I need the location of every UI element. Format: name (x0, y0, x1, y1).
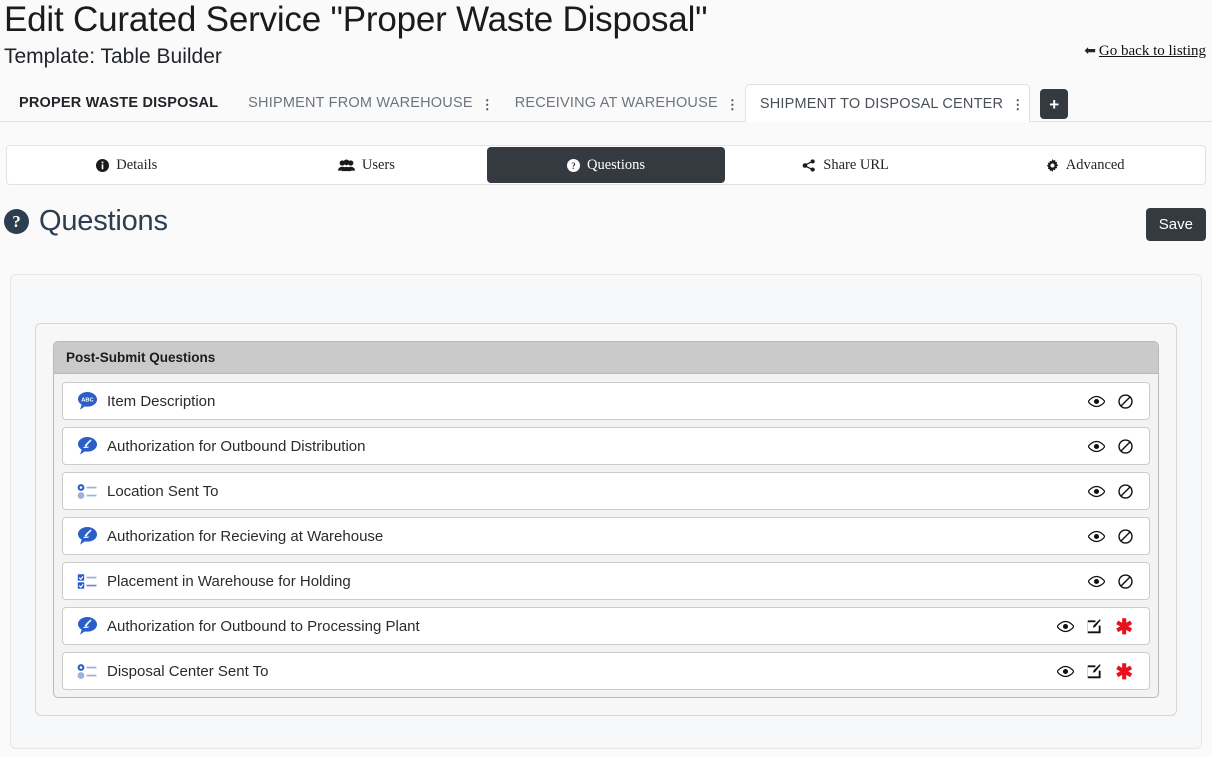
add-tab-button[interactable]: + (1040, 89, 1069, 119)
info-circle-icon (96, 158, 110, 172)
tab-label: SHIPMENT TO DISPOSAL CENTER (759, 95, 1004, 112)
question-label: Disposal Center Sent To (107, 662, 269, 680)
questions-heading: ? Questions (4, 205, 168, 238)
post-submit-panel: Post-Submit Questions ABC Item Descripti… (53, 341, 1159, 698)
row-actions (1088, 438, 1133, 454)
template-subtitle: Template: Table Builder (4, 44, 222, 68)
table-row[interactable]: Authorization for Outbound Distribution (62, 427, 1150, 465)
eye-icon[interactable] (1057, 620, 1075, 633)
text-question-icon: ABC (77, 390, 101, 412)
table-row[interactable]: Disposal Center Sent To ✱ (62, 652, 1150, 690)
section-navbar: Details Users ? Questions Share URL Adva… (6, 145, 1206, 185)
nav-item-details[interactable]: Details (8, 147, 246, 183)
table-row[interactable]: Authorization for Outbound to Processing… (62, 607, 1150, 645)
questions-outer-card: Post-Submit Questions ABC Item Descripti… (10, 274, 1202, 749)
eye-icon[interactable] (1088, 575, 1105, 588)
nav-item-label: Share URL (823, 156, 889, 173)
question-label: Placement in Warehouse for Holding (107, 572, 351, 590)
svg-text:ABC: ABC (81, 397, 93, 403)
required-asterisk-icon: ✱ (1115, 660, 1133, 684)
row-actions (1088, 483, 1133, 499)
share-icon (802, 158, 816, 172)
tab-label: SHIPMENT FROM WAREHOUSE (248, 95, 473, 111)
ban-icon[interactable] (1118, 438, 1133, 454)
kebab-menu-icon[interactable]: ⋮ (1011, 98, 1024, 111)
gear-icon (1046, 158, 1059, 172)
nav-item-advanced[interactable]: Advanced (966, 147, 1204, 183)
question-circle-icon: ? (4, 209, 29, 234)
signature-question-icon (77, 525, 101, 547)
table-row[interactable]: ABC Item Description (62, 382, 1150, 420)
question-label: Item Description (107, 392, 216, 410)
eye-icon[interactable] (1088, 530, 1105, 543)
question-label: Authorization for Recieving at Warehouse (107, 527, 384, 545)
eye-icon[interactable] (1057, 665, 1075, 678)
arrow-left-icon: ⬅ (1084, 42, 1096, 58)
questions-mid-card: Post-Submit Questions ABC Item Descripti… (35, 323, 1177, 716)
nav-item-label: Advanced (1065, 156, 1125, 173)
tab-label: PROPER WASTE DISPOSAL (19, 95, 219, 111)
go-back-label[interactable]: Go back to listing (1099, 43, 1206, 59)
row-actions (1088, 573, 1133, 589)
page-title: Edit Curated Service "Proper Waste Dispo… (4, 0, 708, 39)
nav-item-label: Details (116, 156, 158, 173)
radio-list-icon (77, 480, 101, 502)
question-label: Authorization for Outbound Distribution (107, 437, 366, 455)
signature-question-icon (77, 435, 101, 457)
plus-icon: + (1049, 94, 1060, 114)
nav-item-users[interactable]: Users (248, 147, 486, 183)
signature-question-icon (77, 615, 101, 637)
edit-icon[interactable] (1087, 618, 1102, 634)
tab-shipment-from-warehouse[interactable]: SHIPMENT FROM WAREHOUSE ⋮ (233, 84, 500, 121)
tab-shipment-to-disposal-center[interactable]: SHIPMENT TO DISPOSAL CENTER ⋮ (744, 84, 1031, 122)
table-row[interactable]: Placement in Warehouse for Holding (62, 562, 1150, 600)
nav-item-label: Questions (586, 156, 645, 173)
panel-header-title: Post-Submit Questions (54, 342, 1158, 374)
ban-icon[interactable] (1118, 483, 1133, 499)
kebab-menu-icon[interactable]: ⋮ (481, 98, 494, 111)
checkbox-list-icon (77, 570, 101, 592)
users-icon (337, 158, 355, 172)
tab-receiving-at-warehouse[interactable]: RECEIVING AT WAREHOUSE ⋮ (500, 84, 745, 121)
nav-item-questions[interactable]: ? Questions (487, 147, 725, 183)
eye-icon[interactable] (1088, 440, 1105, 453)
go-back-to-listing[interactable]: ⬅ Go back to listing (1084, 42, 1206, 60)
ban-icon[interactable] (1118, 573, 1133, 589)
save-button[interactable]: Save (1145, 208, 1206, 241)
page-root: Edit Curated Service "Proper Waste Dispo… (0, 0, 1212, 757)
question-label: Location Sent To (107, 482, 219, 500)
nav-item-share-url[interactable]: Share URL (727, 147, 965, 183)
ban-icon[interactable] (1118, 393, 1133, 409)
ban-icon[interactable] (1118, 528, 1133, 544)
eye-icon[interactable] (1088, 395, 1105, 408)
kebab-menu-icon[interactable]: ⋮ (726, 98, 739, 111)
row-actions: ✱ (1057, 660, 1133, 684)
question-label: Authorization for Outbound to Processing… (107, 617, 420, 635)
eye-icon[interactable] (1088, 485, 1105, 498)
radio-list-icon (77, 660, 101, 682)
table-row[interactable]: Location Sent To (62, 472, 1150, 510)
row-actions (1088, 528, 1133, 544)
required-asterisk-icon: ✱ (1115, 615, 1133, 639)
table-row[interactable]: Authorization for Recieving at Warehouse (62, 517, 1150, 555)
question-rows: ABC Item Description Authorization for O… (54, 374, 1158, 698)
question-circle-icon: ? (566, 158, 580, 172)
service-tabs: PROPER WASTE DISPOSAL SHIPMENT FROM WARE… (0, 84, 1212, 122)
row-actions (1088, 393, 1133, 409)
nav-item-label: Users (361, 156, 395, 173)
row-actions: ✱ (1057, 615, 1133, 639)
svg-text:?: ? (571, 160, 575, 170)
tab-label: RECEIVING AT WAREHOUSE (514, 95, 718, 111)
edit-icon[interactable] (1087, 663, 1102, 679)
tab-proper-waste-disposal[interactable]: PROPER WASTE DISPOSAL (4, 84, 233, 121)
questions-title: Questions (39, 205, 168, 237)
